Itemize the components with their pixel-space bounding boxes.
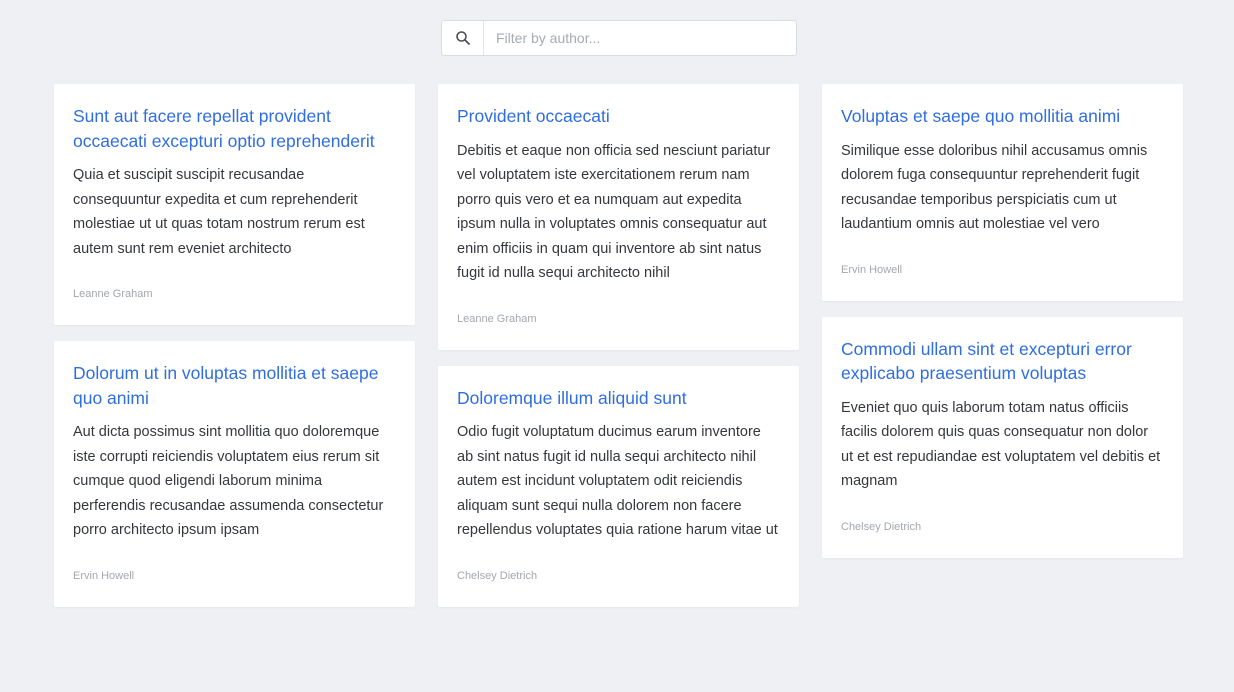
post-title[interactable]: Voluptas et saepe quo mollitia animi (841, 104, 1164, 129)
post-body: Quia et suscipit suscipit recusandae con… (73, 167, 365, 257)
posts-column-1: Sunt aut facere repellat provident occae… (54, 84, 415, 607)
post-body: Aut dicta possimus sint mollitia quo dol… (73, 424, 384, 538)
post-card: Voluptas et saepe quo mollitia animi Sim… (822, 84, 1183, 301)
post-card: Provident occaecati Debitis et eaque non… (438, 84, 799, 350)
post-body: Eveniet quo quis laborum totam natus off… (841, 399, 1161, 490)
post-card: Dolorum ut in voluptas mollitia et saepe… (54, 341, 415, 607)
post-author: Chelsey Dietrich (457, 569, 538, 582)
posts-column-2: Provident occaecati Debitis et eaque non… (438, 84, 799, 607)
author-filter-input[interactable] (484, 21, 796, 55)
post-author: Ervin Howell (841, 263, 903, 276)
post-title[interactable]: Provident occaecati (457, 104, 780, 129)
post-author: Leanne Graham (73, 288, 153, 300)
post-card: Commodi ullam sint et excepturi error ex… (822, 316, 1183, 558)
post-title[interactable]: Doloremque illum aliquid sunt (457, 386, 780, 411)
post-title[interactable]: Dolorum ut in voluptas mollitia et saepe… (73, 361, 396, 410)
posts-column-3: Voluptas et saepe quo mollitia animi Sim… (822, 84, 1183, 558)
post-body: Odio fugit voluptatum ducimus earum inve… (457, 424, 778, 538)
posts-grid: Sunt aut facere repellat provident occae… (54, 84, 1184, 607)
post-author: Ervin Howell (73, 569, 135, 582)
post-title[interactable]: Commodi ullam sint et excepturi error ex… (841, 337, 1164, 386)
search-icon (442, 21, 484, 55)
post-author: Leanne Graham (457, 312, 537, 325)
post-card: Doloremque illum aliquid sunt Odio fugit… (438, 365, 799, 607)
post-card: Sunt aut facere repellat provident occae… (54, 84, 415, 325)
author-filter-bar (441, 20, 797, 56)
post-title[interactable]: Sunt aut facere repellat provident occae… (73, 104, 396, 153)
post-body: Debitis et eaque non officia sed nesciun… (457, 142, 771, 282)
post-author: Chelsey Dietrich (841, 520, 922, 533)
post-body: Similique esse doloribus nihil accusamus… (841, 142, 1148, 233)
